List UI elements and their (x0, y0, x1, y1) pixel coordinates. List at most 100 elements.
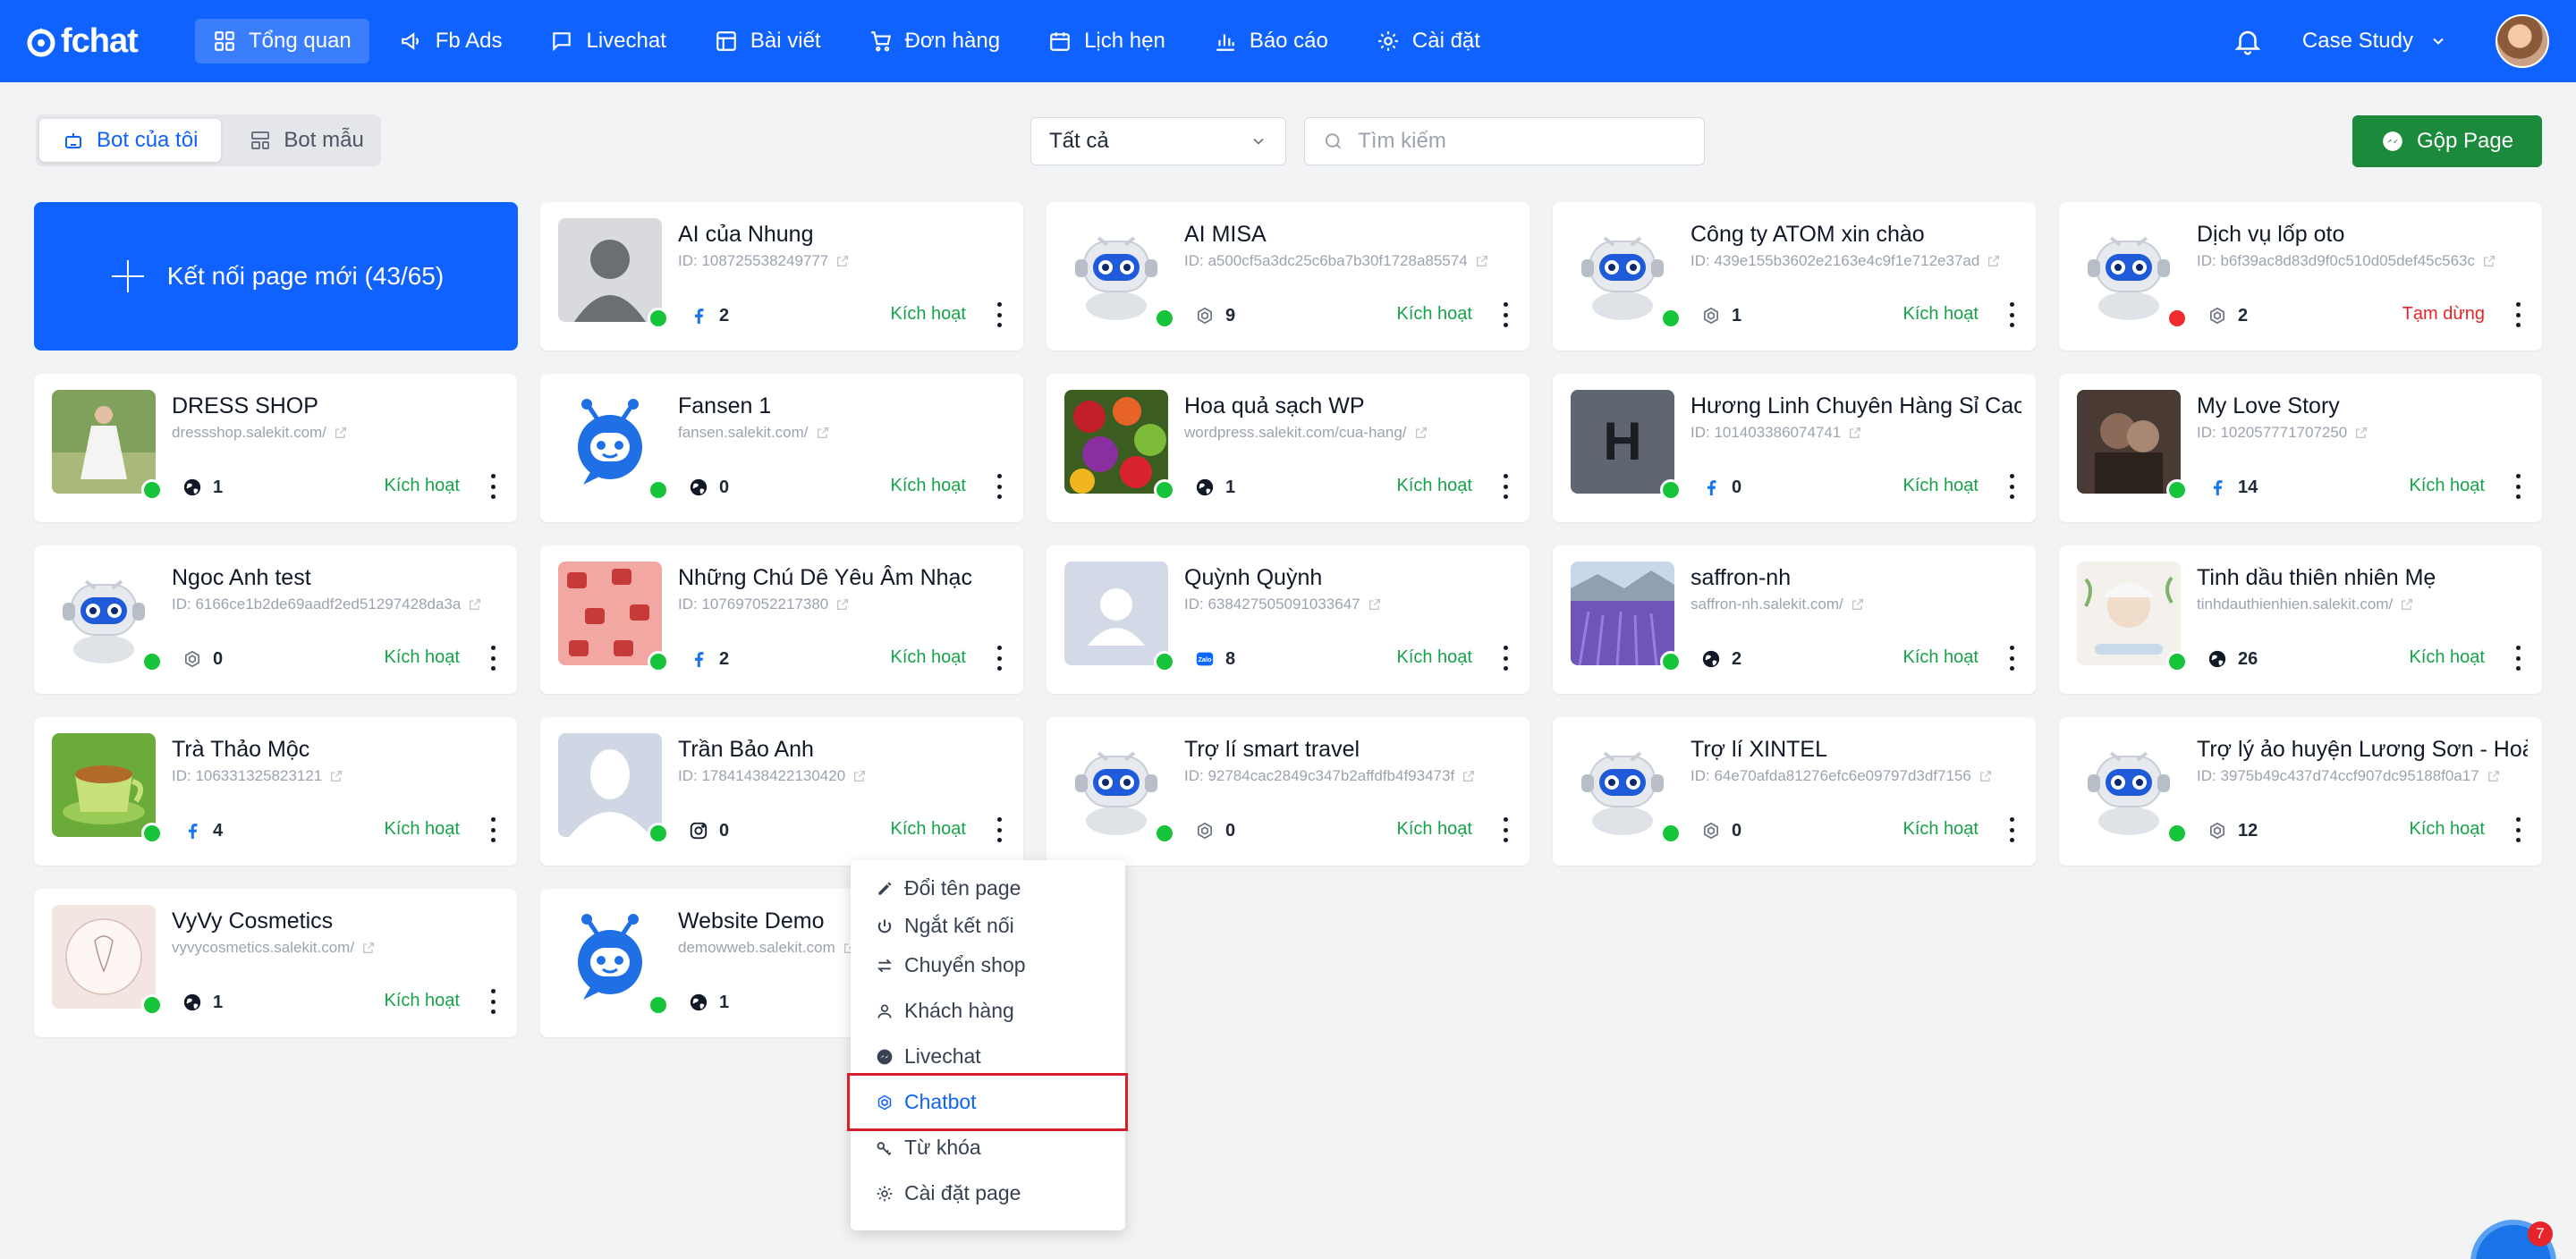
more-options-icon[interactable] (995, 474, 1004, 499)
user-avatar[interactable] (2496, 14, 2549, 68)
nav-item-overview[interactable]: Tổng quan (195, 19, 369, 63)
account-switcher[interactable]: Case Study (2302, 29, 2447, 54)
openai-icon (2207, 821, 2227, 841)
menu-item-livechat[interactable]: Livechat (876, 1044, 981, 1069)
tab-my-bots[interactable]: Bot của tôi (39, 119, 222, 162)
external-link-icon[interactable] (852, 769, 867, 783)
external-link-icon[interactable] (329, 769, 343, 783)
page-card-my-love-story[interactable]: My Love Story ID: 102057771707250 14 Kích h… (2059, 374, 2542, 522)
more-options-icon[interactable] (1501, 646, 1510, 671)
page-card-tran-bao-anh[interactable]: Trần Bảo Anh ID: 17841438422130420 0 Kích h… (540, 717, 1023, 866)
external-link-icon[interactable] (361, 941, 376, 955)
more-options-icon[interactable] (1501, 817, 1510, 842)
page-card-hoa-qua-sach-wp[interactable]: Hoa quả sạch WP wordpress.salekit.com/cua… (1046, 374, 1530, 522)
more-options-icon[interactable] (2513, 646, 2522, 671)
external-link-icon[interactable] (1848, 426, 1862, 440)
page-identifier: vyvycosmetics.salekit.com/ (172, 939, 503, 957)
megaphone-icon (401, 32, 419, 50)
page-identifier: ID: 3975b49c437d74ccf907dc95188f0a17 (2197, 767, 2528, 785)
page-card-saffron-nh[interactable]: saffron-nh saffron-nh.salekit.com/2 Kích h… (1553, 545, 2036, 694)
more-options-icon[interactable] (2007, 474, 2016, 499)
nav-item-settings[interactable]: Cài đặt (1359, 19, 1498, 63)
page-card-tro-li-xintel[interactable]: Trợ lí XINTEL ID: 64e70afda81276efc6e0979… (1553, 717, 2036, 866)
more-options-icon[interactable] (488, 817, 497, 842)
page-card-tinh-dau-thien-nhien-me[interactable]: Tinh dầu thiên nhiên Mẹ tinhdauthienhien.… (2059, 545, 2542, 694)
bell-icon[interactable] (2233, 26, 2263, 56)
nav-item-livechat[interactable]: Livechat (532, 19, 683, 63)
more-options-icon[interactable] (995, 302, 1004, 327)
channel-count: 1 (213, 992, 224, 1012)
page-card-cong-ty-atom-xin-chao[interactable]: Công ty ATOM xin chào ID: 439e155b3602e21… (1553, 202, 2036, 351)
page-card-nhung-chu-de-yeu-am-nhac[interactable]: Những Chú Dê Yêu Âm Nhạc ID: 107697052217… (540, 545, 1023, 694)
channel-badge: 12 (2197, 814, 2270, 848)
external-link-icon[interactable] (2400, 597, 2414, 612)
more-options-icon[interactable] (2513, 817, 2522, 842)
page-card-quynh-quynh[interactable]: Quỳnh Quỳnh ID: 638427505091033647 Zalo 8 Kí… (1046, 545, 1530, 694)
bot-type-toggle: Bot của tôi Bot mẫu (36, 114, 381, 166)
external-link-icon[interactable] (2487, 769, 2501, 783)
page-card-fansen-1[interactable]: Fansen 1 fansen.salekit.com/0 Kích hoạt (540, 374, 1023, 522)
connection-status-dot (1154, 308, 1175, 329)
more-options-icon[interactable] (995, 646, 1004, 671)
more-options-icon[interactable] (995, 817, 1004, 842)
page-card-tro-li-smart-travel[interactable]: Trợ lí smart travel ID: 92784cac2849c347b… (1046, 717, 1530, 866)
search-input[interactable] (1358, 129, 1686, 154)
menu-item-keywords[interactable]: Từ khóa (876, 1136, 981, 1160)
page-card-ai-cua-nhung[interactable]: AI của Nhung ID: 108725538249777 2 Kích hoạ… (540, 202, 1023, 351)
external-link-icon[interactable] (1979, 769, 1993, 783)
merge-page-button[interactable]: Gộp Page (2352, 115, 2542, 167)
external-link-icon[interactable] (1414, 426, 1428, 440)
external-link-icon[interactable] (1475, 254, 1489, 268)
app-logo[interactable]: fchat (25, 22, 159, 61)
more-options-icon[interactable] (1501, 474, 1510, 499)
external-link-icon[interactable] (1851, 597, 1865, 612)
external-link-icon[interactable] (2354, 426, 2368, 440)
tab-template-bots[interactable]: Bot mẫu (226, 119, 386, 162)
page-card-huong-linh-chuyen-hang-si-cao-cap[interactable]: H Hương Linh Chuyên Hàng Sỉ Cao Cấp ID: 10… (1553, 374, 2036, 522)
nav-item-orders[interactable]: Đơn hàng (852, 19, 1018, 63)
more-options-icon[interactable] (2513, 302, 2522, 327)
external-link-icon[interactable] (835, 254, 850, 268)
external-link-icon[interactable] (1368, 597, 1382, 612)
page-card-dich-vu-lop-oto[interactable]: Dịch vụ lốp oto ID: b6f39ac8d83d9f0c510d0… (2059, 202, 2542, 351)
external-link-icon[interactable] (468, 597, 482, 612)
more-options-icon[interactable] (2007, 817, 2016, 842)
more-options-icon[interactable] (2007, 646, 2016, 671)
external-link-icon[interactable] (334, 426, 348, 440)
connect-new-page-label: Kết nối page mới (43/65) (166, 262, 445, 290)
more-options-icon[interactable] (2513, 474, 2522, 499)
more-options-icon[interactable] (2007, 302, 2016, 327)
external-link-icon[interactable] (816, 426, 830, 440)
nav-item-posts[interactable]: Bài viết (697, 19, 839, 63)
external-link-icon[interactable] (2482, 254, 2496, 268)
menu-item-disconnect[interactable]: Ngắt kết nối (876, 914, 1014, 938)
menu-item-switch-shop[interactable]: Chuyển shop (876, 953, 1026, 977)
channel-count: 2 (2238, 305, 2249, 325)
menu-item-rename-page[interactable]: Đổi tên page (876, 876, 1021, 900)
nav-item-reports[interactable]: Báo cáo (1196, 19, 1346, 63)
page-avatar (1571, 218, 1674, 322)
menu-item-customers[interactable]: Khách hàng (876, 999, 1014, 1023)
external-link-icon[interactable] (835, 597, 850, 612)
page-card-ai-misa[interactable]: AI MISA ID: a500cf5a3dc25c6ba7b30f1728a85… (1046, 202, 1530, 351)
channel-count: 0 (1732, 820, 1742, 841)
page-card-tra-thao-moc[interactable]: Trà Thảo Mộc ID: 106331325823121 4 Kích hoạ… (34, 717, 517, 866)
more-options-icon[interactable] (488, 989, 497, 1014)
status-filter-select[interactable]: Tất cả (1030, 117, 1286, 165)
page-card-ngoc-anh-test[interactable]: Ngoc Anh test ID: 6166ce1b2de69aadf2ed512… (34, 545, 517, 694)
page-card-vyvy-cosmetics[interactable]: VyVy Cosmetics vyvycosmetics.salekit.com/… (34, 889, 517, 1037)
page-status-label: Tạm dừng (2402, 304, 2485, 324)
external-link-icon[interactable] (1462, 769, 1476, 783)
menu-item-page-settings[interactable]: Cài đặt page (876, 1181, 1021, 1205)
nav-item-fb-ads[interactable]: Fb Ads (382, 19, 521, 63)
more-options-icon[interactable] (488, 474, 497, 499)
connect-new-page-card[interactable]: Kết nối page mới (43/65) (34, 202, 518, 351)
page-identifier: ID: 17841438422130420 (678, 767, 1009, 785)
more-options-icon[interactable] (488, 646, 497, 671)
more-options-icon[interactable] (1501, 302, 1510, 327)
nav-item-appointments[interactable]: Lịch hẹn (1030, 19, 1183, 63)
external-link-icon[interactable] (1987, 254, 2001, 268)
channel-badge: 26 (2197, 642, 2270, 676)
page-card-tro-ly-ao-huyen-luong-son-hoa-binh[interactable]: Trợ lý ảo huyện Lương Sơn - Hoà Bình ID: … (2059, 717, 2542, 866)
page-card-dress-shop[interactable]: DRESS SHOP dressshop.salekit.com/1 Kích ho… (34, 374, 517, 522)
